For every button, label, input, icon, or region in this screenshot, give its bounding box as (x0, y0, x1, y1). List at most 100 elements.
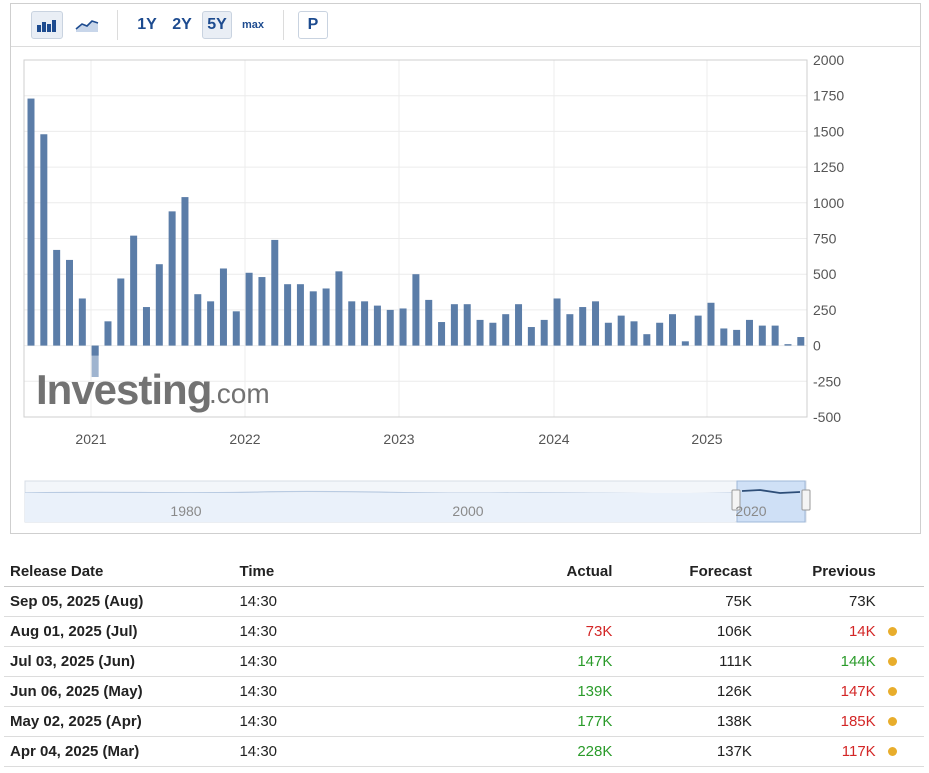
bar[interactable] (694, 315, 702, 346)
bar[interactable] (271, 239, 279, 346)
bar[interactable] (194, 294, 202, 346)
bar[interactable] (707, 302, 715, 346)
header-forecast[interactable]: Forecast (618, 556, 758, 587)
bar[interactable] (579, 307, 587, 346)
bar[interactable] (771, 325, 779, 346)
header-time[interactable]: Time (233, 556, 479, 587)
bar[interactable] (784, 344, 792, 346)
actual-cell: 73K (478, 616, 619, 647)
bar[interactable] (758, 325, 766, 346)
bar[interactable] (142, 307, 150, 346)
time-cell: 14:30 (233, 676, 479, 707)
bar[interactable] (463, 304, 471, 346)
revision-dot-icon (887, 687, 897, 696)
bar[interactable] (476, 319, 484, 346)
bar[interactable] (181, 197, 189, 346)
bar[interactable] (797, 337, 805, 346)
bar[interactable] (207, 301, 215, 346)
previous-cell: 73K (757, 586, 882, 617)
time-cell: 14:30 (233, 616, 479, 647)
bar[interactable] (681, 341, 689, 346)
bar[interactable] (40, 134, 48, 346)
bar[interactable] (232, 311, 240, 346)
watermark-brand: Investing (36, 366, 211, 413)
release-date-cell: May 02, 2025 (Apr) (4, 706, 234, 737)
bar[interactable] (322, 288, 330, 346)
release-date-cell: Aug 01, 2025 (Jul) (4, 616, 234, 647)
header-actual[interactable]: Actual (478, 556, 619, 587)
header-spacer (881, 556, 924, 587)
bar[interactable] (617, 315, 625, 346)
y-tick-label: 750 (813, 231, 837, 247)
bar[interactable] (733, 329, 741, 346)
bar[interactable] (566, 314, 574, 346)
bar[interactable] (720, 328, 728, 346)
bar[interactable] (553, 298, 561, 346)
bar[interactable] (219, 268, 227, 346)
bar[interactable] (502, 314, 510, 346)
bar[interactable] (78, 298, 86, 346)
bar[interactable] (335, 271, 343, 346)
table-row: Jun 06, 2025 (May) 14:30 139K 126K 147K (4, 676, 924, 707)
bar[interactable] (399, 308, 407, 346)
bar[interactable] (604, 322, 612, 346)
bar[interactable] (130, 235, 138, 346)
bar[interactable] (540, 319, 548, 346)
previous-cell: 147K (757, 676, 882, 707)
bar[interactable] (643, 334, 651, 346)
bar[interactable] (412, 274, 420, 346)
bar[interactable] (168, 211, 176, 346)
previous-cell: 117K (757, 736, 882, 767)
bar[interactable] (155, 264, 163, 346)
bar[interactable] (745, 319, 753, 346)
bar[interactable] (527, 327, 535, 346)
bar[interactable] (386, 309, 394, 346)
bar[interactable] (630, 321, 638, 346)
forecast-cell: 111K (618, 646, 758, 677)
bar[interactable] (438, 322, 446, 346)
x-tick-label: 2022 (229, 431, 260, 447)
bar[interactable] (27, 98, 35, 346)
bar[interactable] (373, 305, 381, 346)
bar[interactable] (592, 301, 600, 346)
header-previous[interactable]: Previous (757, 556, 882, 587)
bar[interactable] (117, 278, 125, 346)
y-tick-label: 2000 (813, 52, 844, 68)
actual-cell: 177K (478, 706, 619, 737)
bar[interactable] (425, 299, 433, 346)
actual-cell (478, 586, 619, 617)
watermark-suffix: .com (209, 378, 270, 409)
bar[interactable] (309, 291, 317, 346)
range-navigator[interactable]: 1980 2000 2020 (24, 480, 811, 523)
bar[interactable] (515, 304, 523, 346)
bar[interactable] (348, 301, 356, 346)
bar[interactable] (65, 259, 73, 346)
bar[interactable] (296, 284, 304, 346)
header-release-date[interactable]: Release Date (4, 556, 234, 587)
bar[interactable] (284, 284, 292, 346)
revision-dot-icon (887, 717, 897, 726)
investing-watermark: Investing .com (36, 366, 270, 413)
y-tick-label: 0 (813, 338, 821, 354)
bar[interactable] (656, 322, 664, 346)
release-date-cell: Jul 03, 2025 (Jun) (4, 646, 234, 677)
bar[interactable] (53, 249, 61, 346)
bar[interactable] (258, 277, 266, 346)
indicator-cell (881, 616, 924, 647)
revision-dot-icon (887, 657, 897, 666)
forecast-cell: 137K (618, 736, 758, 767)
bar[interactable] (245, 272, 253, 346)
bar-chart: 2000 1750 1500 1250 1000 750 500 250 0 -250 -500 2… (23, 52, 844, 523)
bar[interactable] (104, 321, 112, 346)
time-cell: 14:30 (233, 646, 479, 677)
navigator-right-handle[interactable] (801, 489, 811, 511)
bar[interactable] (489, 322, 497, 346)
forecast-cell: 126K (618, 676, 758, 707)
releases-table: Release Date Time Actual Forecast Previo… (4, 556, 924, 767)
table-header-row: Release Date Time Actual Forecast Previo… (4, 556, 924, 587)
bar[interactable] (361, 301, 369, 346)
previous-cell: 14K (757, 616, 882, 647)
y-tick-label: -250 (813, 373, 841, 389)
bar[interactable] (450, 304, 458, 346)
bar[interactable] (669, 314, 676, 346)
